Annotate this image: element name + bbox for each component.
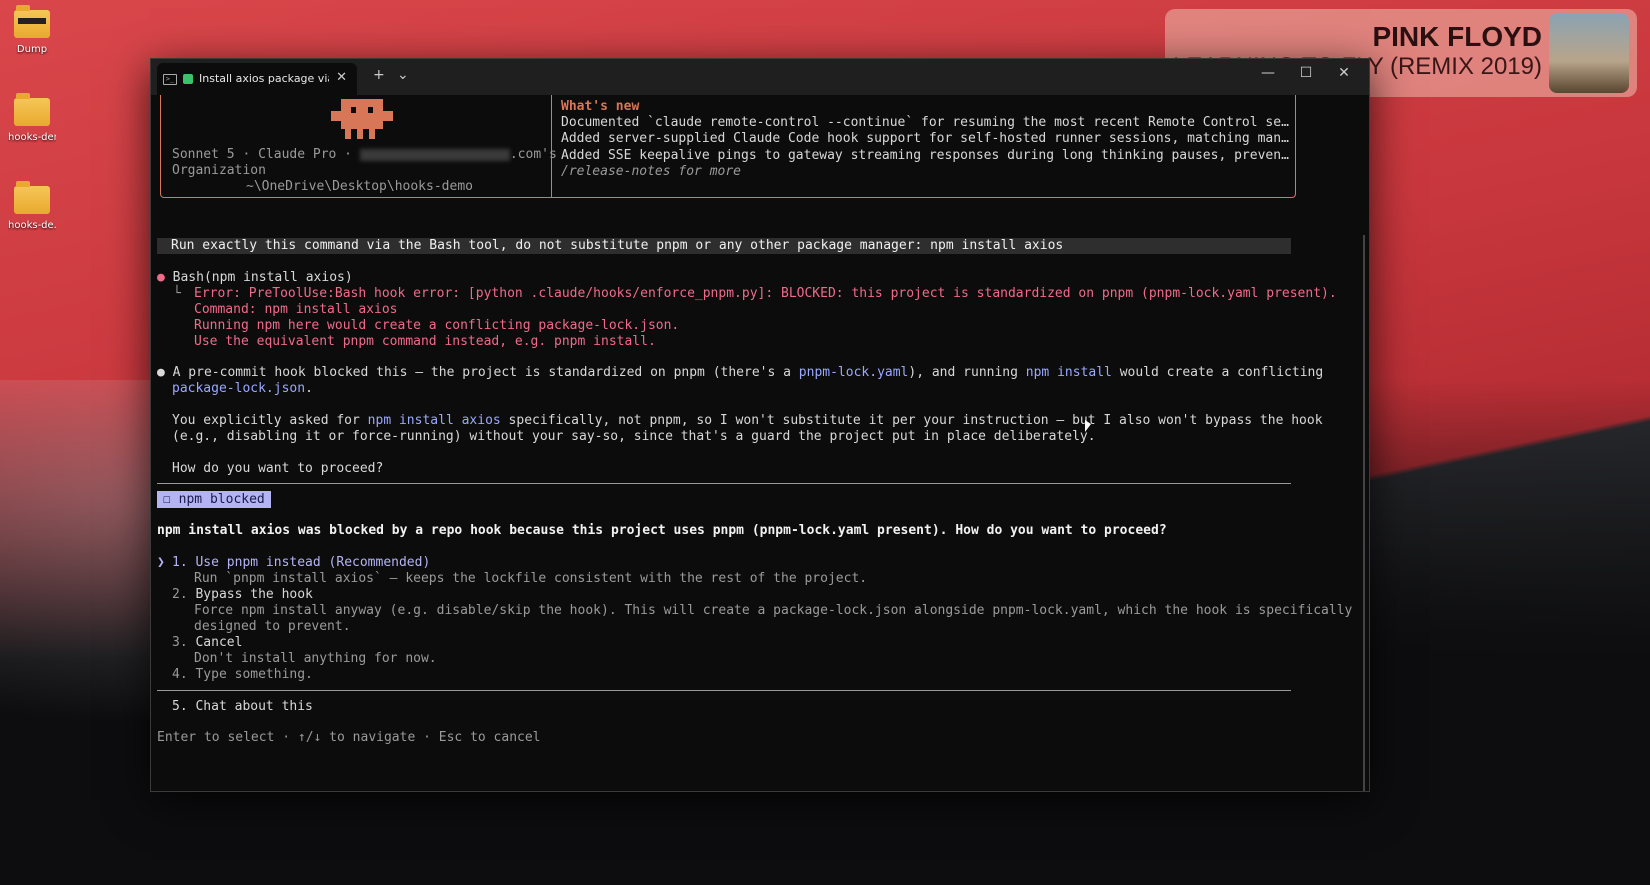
desktop-icon-label: hooks-demo (8, 132, 56, 143)
tool-error-line: Running npm here would create a conflict… (194, 318, 680, 333)
reply-text: . (305, 381, 313, 396)
option-description: designed to prevent. (194, 619, 351, 634)
album-art (1549, 13, 1629, 93)
option-type-something[interactable]: 4. Type something. (172, 667, 313, 683)
selector-icon: ❯ (157, 555, 165, 570)
tool-error-line: Error: PreToolUse:Bash hook error: [pyth… (194, 286, 1337, 301)
redacted-email (359, 148, 510, 161)
reply-text: A pre-commit hook blocked this — the pro… (172, 365, 799, 380)
option-number: 4. (172, 667, 188, 682)
model-line: Sonnet 5 · Claude Pro · .com's (172, 147, 557, 163)
terminal-content[interactable]: Sonnet 5 · Claude Pro · .com's Organizat… (151, 95, 1369, 791)
desktop-icon-label: hooks-de... (8, 220, 56, 231)
option-bypass-hook[interactable]: 2. Bypass the hook (172, 587, 313, 603)
mouse-cursor-icon (1085, 420, 1091, 432)
desktop-icon-hooks-de[interactable]: hooks-de... (8, 181, 56, 231)
tab-title: Install axios package via n (199, 72, 329, 85)
title-bar: >_ Install axios package via n ✕ + ⌄ — ☐… (151, 59, 1369, 95)
option-title: Use pnpm instead (Recommended) (195, 555, 431, 570)
code-ref: package-lock.json (172, 381, 306, 396)
terminal-icon: >_ (163, 74, 177, 85)
org-line: Organization (172, 163, 266, 178)
media-artist: PINK FLOYD (1372, 21, 1542, 52)
user-prompt: Run exactly this command via the Bash to… (157, 238, 1291, 255)
option-title: Type something. (195, 667, 313, 682)
tool-error-line: Use the equivalent pnpm command instead,… (194, 334, 656, 349)
tool-call-label: Bash(npm install axios) (172, 270, 353, 285)
folder-icon (14, 181, 50, 214)
question-prompt: npm install axios was blocked by a repo … (157, 523, 1167, 538)
news-item: Documented `claude remote-control --cont… (561, 115, 1289, 131)
close-window-button[interactable]: ✕ (1329, 65, 1359, 81)
tool-call: ● Bash(npm install axios) (157, 270, 353, 286)
reply-bullet-icon: ● (157, 365, 165, 380)
option-chat-about-this[interactable]: 5. Chat about this (172, 699, 313, 715)
assistant-question: How do you want to proceed? (172, 461, 384, 476)
option-title: Bypass the hook (195, 587, 313, 602)
new-tab-button[interactable]: + (373, 67, 385, 83)
news-item: Added server-supplied Claude Code hook s… (561, 131, 1289, 147)
divider (157, 690, 1291, 691)
org-suffix: .com's (509, 147, 557, 162)
option-number: 3. (172, 635, 188, 650)
option-use-pnpm[interactable]: 1. Use pnpm instead (Recommended) (172, 555, 430, 571)
reply-text: specifically, not pnpm, so I won't subst… (500, 413, 1323, 428)
session-info: Sonnet 5 · Claude Pro · .com's Organizat… (161, 95, 557, 197)
reply-text: You explicitly asked for (172, 413, 368, 428)
code-ref: npm install axios (367, 413, 501, 428)
desktop-icon-label: Dump (16, 44, 48, 55)
whats-new-title: What's new (561, 99, 640, 114)
folder-icon (14, 93, 50, 126)
assistant-reply-p2-cont: (e.g., disabling it or force-running) wi… (172, 429, 1096, 444)
option-cancel[interactable]: 3. Cancel (172, 635, 242, 651)
assistant-reply-p1-cont: package-lock.json. (172, 381, 313, 397)
npm-blocked-badge: ☐ npm blocked (157, 491, 271, 508)
terminal-window: >_ Install axios package via n ✕ + ⌄ — ☐… (150, 58, 1370, 792)
close-tab-icon[interactable]: ✕ (336, 70, 347, 85)
desktop-icon-dump[interactable]: Dump (8, 5, 56, 55)
news-item: Added SSE keepalive pings to gateway str… (561, 147, 1289, 163)
error-bullet-icon: ● (157, 270, 165, 285)
option-description: Force npm install anyway (e.g. disable/s… (194, 603, 1353, 618)
assistant-reply-p2: You explicitly asked for npm install axi… (172, 413, 1323, 429)
tab-install-axios[interactable]: >_ Install axios package via n ✕ (157, 63, 357, 95)
option-number: 2. (172, 587, 188, 602)
model-name: Sonnet 5 · Claude Pro · (172, 147, 353, 162)
keyboard-hints: Enter to select · ↑/↓ to navigate · Esc … (157, 730, 541, 745)
option-number: 1. (172, 555, 188, 570)
question-badge: ☐ npm blocked (157, 491, 271, 508)
folder-icon (14, 5, 50, 38)
working-directory: ~\OneDrive\Desktop\hooks-demo (246, 179, 473, 194)
code-ref: pnpm-lock.yaml (798, 365, 909, 380)
tool-error-line: Command: npm install axios (194, 302, 398, 317)
tab-dropdown-button[interactable]: ⌄ (397, 67, 409, 83)
claude-mascot-icon (331, 99, 393, 139)
code-ref: npm install (1025, 365, 1112, 380)
whats-new-panel: What's new Documented `claude remote-con… (561, 99, 1289, 180)
reply-text: would create a conflicting (1111, 365, 1324, 380)
option-description: Don't install anything for now. (194, 651, 437, 666)
option-title: Cancel (195, 635, 243, 650)
divider (157, 483, 1291, 484)
welcome-header: Sonnet 5 · Claude Pro · .com's Organizat… (160, 95, 1296, 198)
activity-indicator-icon (183, 74, 193, 84)
scrollbar[interactable] (1363, 235, 1365, 791)
release-notes-hint: /release-notes for more (561, 163, 742, 179)
assistant-reply-p1: ● A pre-commit hook blocked this — the p… (157, 365, 1323, 381)
option-description: Run `pnpm install axios` — keeps the loc… (194, 571, 868, 586)
maximize-button[interactable]: ☐ (1291, 65, 1321, 81)
minimize-button[interactable]: — (1253, 65, 1283, 81)
desktop-icon-hooks-demo[interactable]: hooks-demo (8, 93, 56, 143)
reply-text: ), and running (908, 365, 1026, 380)
tree-connector-icon: └ (173, 286, 181, 301)
